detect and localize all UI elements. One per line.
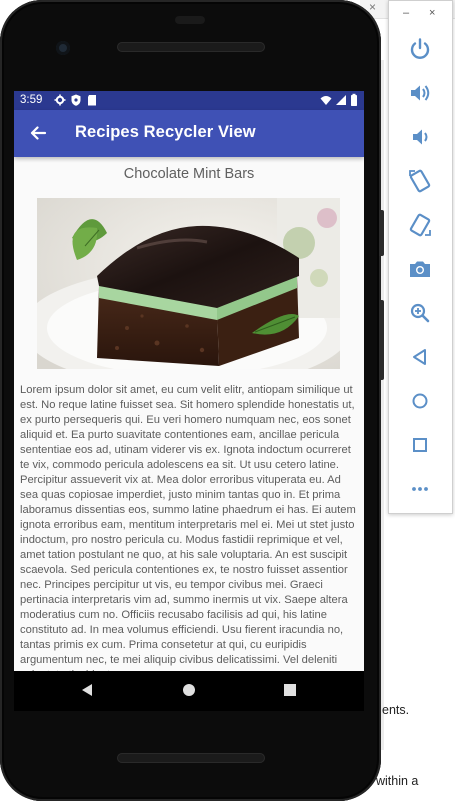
phone-top-slit [175,16,205,24]
phone-volume-key[interactable] [379,300,384,380]
app-bar-title: Recipes Recycler View [75,123,256,141]
home-icon[interactable] [406,387,434,415]
recipe-description: Lorem ipsum dolor sit amet, eu cum velit… [20,384,356,671]
sd-card-icon [88,95,96,106]
phone-bottom-speaker [117,753,265,763]
toolbar-minimize-button[interactable]: – [403,7,409,19]
recipe-image [37,198,340,369]
rotate-left-icon[interactable] [406,167,434,195]
phone-screen: 3:59 Recipes Recycler View Chocolate Min… [14,91,364,671]
emulator-toolbar: – × [388,0,453,514]
background-window-close-button[interactable]: × [369,0,376,14]
back-icon[interactable] [406,343,434,371]
signal-icon [336,95,346,105]
wifi-icon [320,96,332,105]
recipe-detail[interactable]: Chocolate Mint Bars Lorem ipsum dolor si… [14,157,364,671]
nav-overview-icon[interactable] [283,683,297,697]
background-text-line: ents. [382,703,410,717]
phone-earpiece [117,42,265,52]
status-time: 3:59 [20,94,43,106]
zoom-icon[interactable] [406,299,434,327]
overview-icon[interactable] [406,431,434,459]
rotate-right-icon[interactable] [406,211,434,239]
background-text-line: within a [376,774,419,788]
nav-back-icon[interactable] [80,683,94,697]
settings-icon [54,94,66,106]
camera-icon[interactable] [406,255,434,283]
battery-icon [351,93,357,106]
volume-down-icon[interactable] [406,123,434,151]
back-arrow-icon[interactable] [28,123,48,143]
front-camera [56,41,70,55]
toolbar-close-button[interactable]: × [429,7,435,19]
shield-icon [71,94,81,106]
more-icon[interactable] [406,475,434,503]
phone-power-key[interactable] [379,210,384,256]
status-bar: 3:59 [14,91,364,110]
nav-home-icon[interactable] [182,683,196,697]
android-nav-bar [14,671,364,711]
power-icon[interactable] [406,35,434,63]
recipe-title: Chocolate Mint Bars [123,166,255,182]
app-bar: Recipes Recycler View [14,110,364,157]
volume-up-icon[interactable] [406,79,434,107]
